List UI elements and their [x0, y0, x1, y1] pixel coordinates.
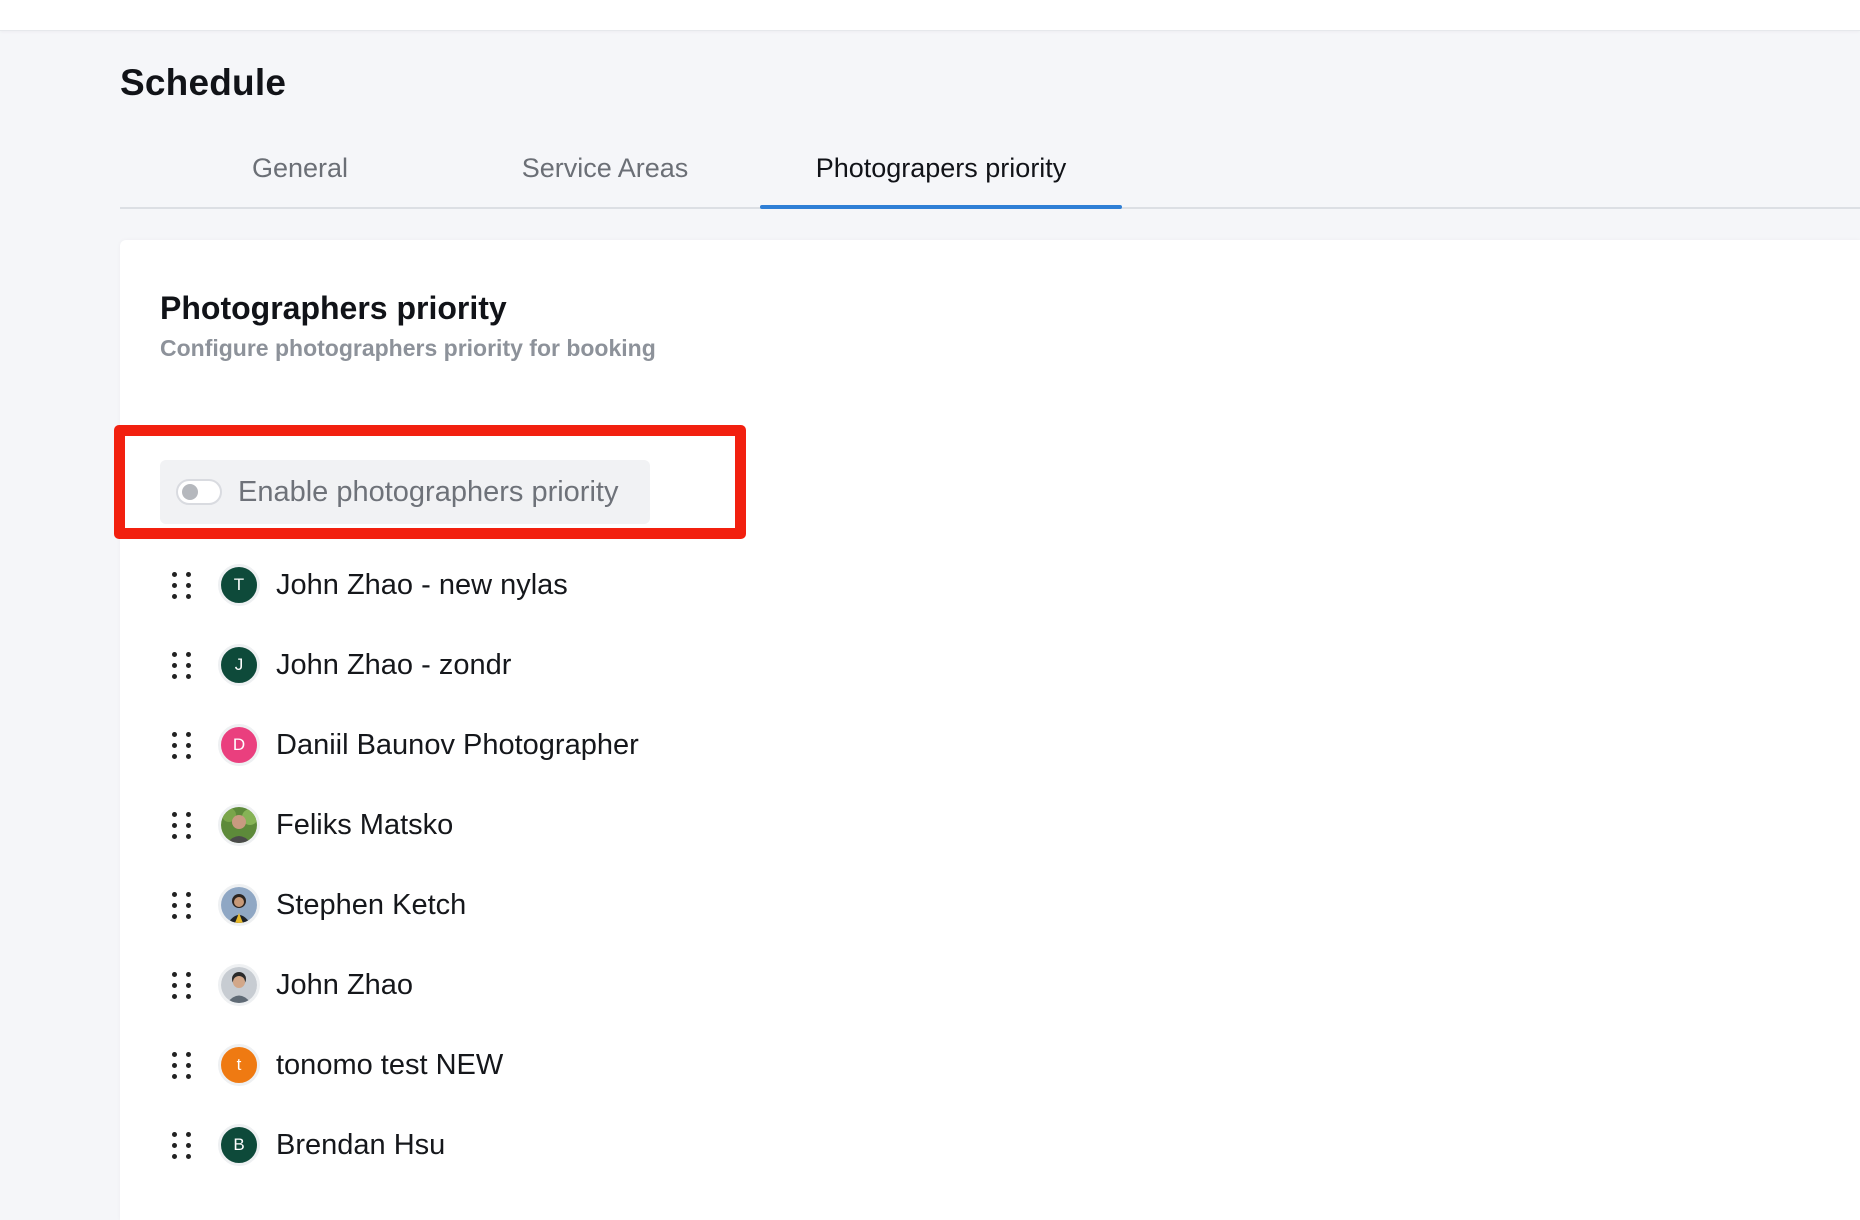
avatar-initial: T [233, 575, 245, 594]
drag-handle-icon[interactable] [170, 570, 194, 600]
photographer-name: tonomo test NEW [276, 1048, 504, 1081]
list-item: t tonomo test NEW [160, 1035, 860, 1095]
avatar: B [218, 1124, 260, 1166]
avatar-photo [218, 884, 260, 926]
avatar-initial: B [233, 1135, 245, 1154]
photographer-name: Feliks Matsko [276, 808, 454, 841]
avatar-initial: t [236, 1055, 242, 1074]
switch-knob [182, 484, 198, 500]
enable-priority-label: Enable photographers priority [238, 475, 619, 508]
tab-service-areas[interactable]: Service Areas [490, 130, 720, 207]
avatar-initial: D [232, 735, 246, 754]
list-item: T John Zhao - new nylas [160, 555, 860, 615]
avatar: T [218, 564, 260, 606]
list-item: John Zhao [160, 955, 860, 1015]
avatar: t [218, 1044, 260, 1086]
settings-card: Photographers priority Configure photogr… [114, 240, 1860, 1220]
avatar: D [218, 724, 260, 766]
list-item: D Daniil Baunov Photographer [160, 715, 860, 775]
photographer-name: John Zhao - zondr [276, 648, 512, 681]
photographer-name: Stephen Ketch [276, 888, 467, 921]
drag-handle-icon[interactable] [170, 810, 194, 840]
list-item: J John Zhao - zondr [160, 635, 860, 695]
list-item: Feliks Matsko [160, 795, 860, 855]
person-photo-icon [221, 967, 257, 1003]
drag-handle-icon[interactable] [170, 650, 194, 680]
tab-photographers-priority[interactable]: Photograpers priority [760, 130, 1122, 209]
avatar-initial: J [234, 655, 244, 674]
avatar-photo [218, 804, 260, 846]
drag-handle-icon[interactable] [170, 730, 194, 760]
list-item: B Brendan Hsu [160, 1115, 860, 1175]
avatar-photo [218, 964, 260, 1006]
person-photo-icon [221, 807, 257, 843]
avatar: J [218, 644, 260, 686]
enable-priority-switch[interactable] [176, 479, 222, 505]
page-title: Schedule [120, 62, 287, 103]
photographer-name: Daniil Baunov Photographer [276, 728, 639, 761]
drag-handle-icon[interactable] [170, 890, 194, 920]
photographer-name: John Zhao - new nylas [276, 568, 568, 601]
tab-general[interactable]: General [230, 130, 370, 207]
enable-priority-toggle-row[interactable]: Enable photographers priority [160, 460, 650, 524]
person-photo-icon [221, 887, 257, 923]
drag-handle-icon[interactable] [170, 1050, 194, 1080]
photographer-name: Brendan Hsu [276, 1128, 446, 1161]
tab-bar: General Service Areas Photograpers prior… [120, 130, 1860, 209]
drag-handle-icon[interactable] [170, 1130, 194, 1160]
section-subtitle: Configure photographers priority for boo… [160, 335, 656, 361]
list-item: Stephen Ketch [160, 875, 860, 935]
photographer-name: John Zhao [276, 968, 414, 1001]
top-bar [0, 0, 1860, 31]
drag-handle-icon[interactable] [170, 970, 194, 1000]
section-title: Photographers priority [160, 290, 507, 326]
